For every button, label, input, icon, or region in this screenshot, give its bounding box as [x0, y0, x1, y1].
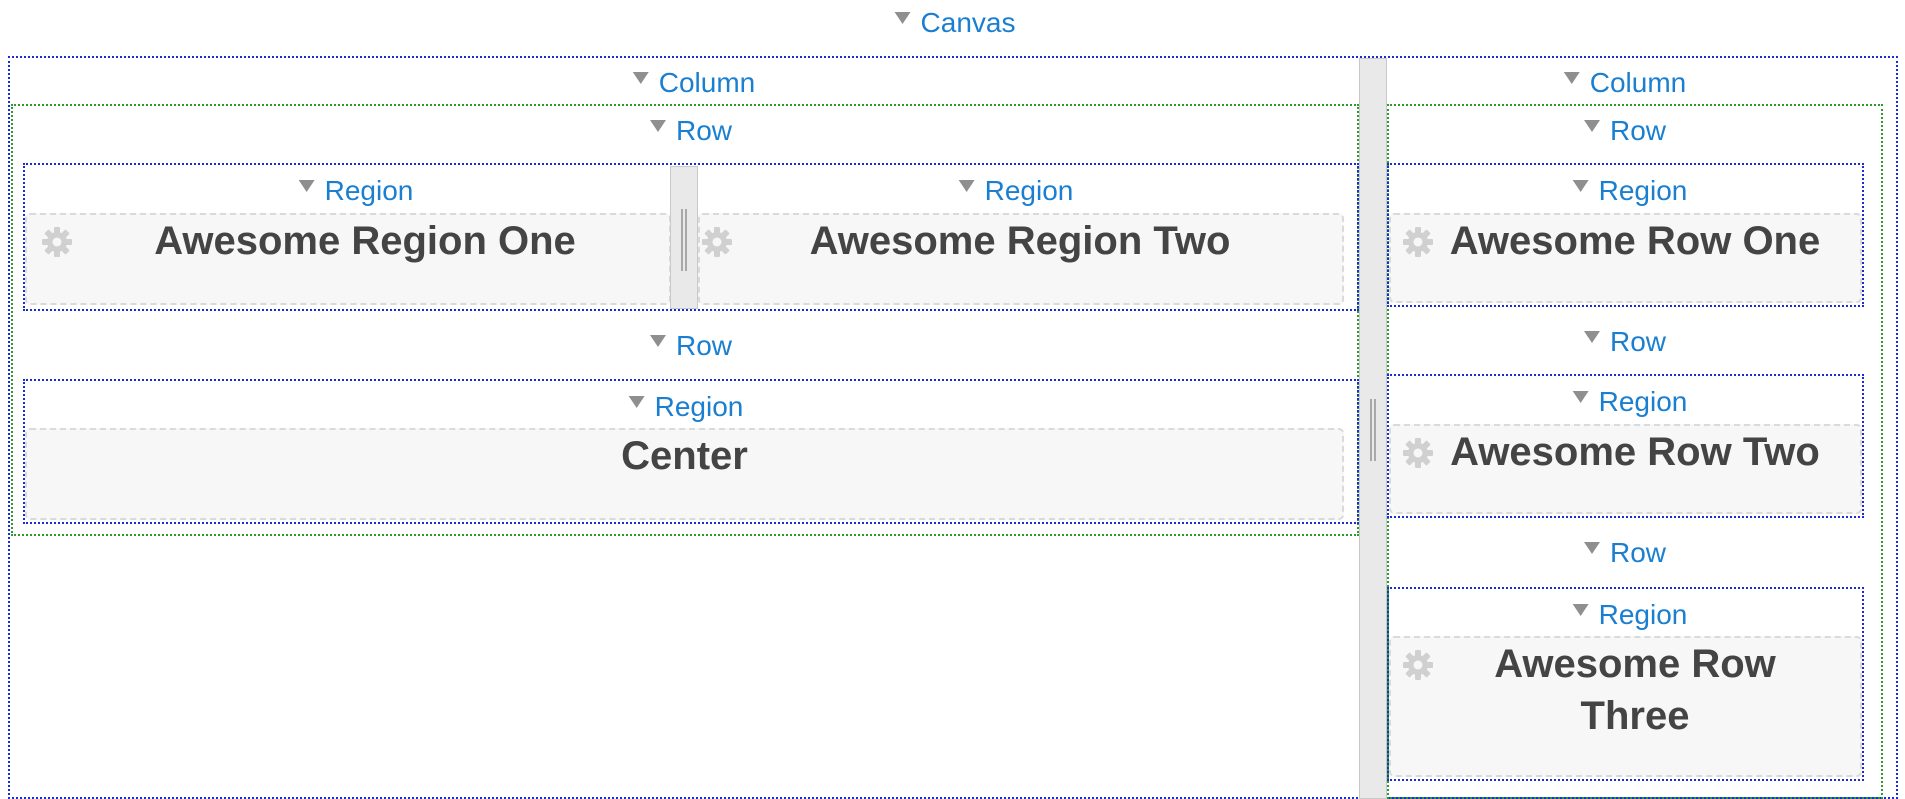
region-splitter-handle[interactable]: [670, 166, 698, 309]
region-toggle[interactable]: Region: [1572, 599, 1688, 630]
collapse-triangle-icon: [1583, 119, 1600, 132]
grip-icon: [681, 209, 688, 271]
collapse-triangle-icon: [1583, 330, 1600, 343]
region-label: Region: [1598, 599, 1688, 630]
row-label: Row: [1609, 537, 1667, 568]
region-title-line: Awesome Row: [1494, 642, 1776, 686]
gear-icon[interactable]: [1401, 648, 1435, 682]
row-label: Row: [675, 115, 733, 146]
region-title: Awesome Region Two: [809, 219, 1231, 263]
region-toggle[interactable]: Region: [628, 391, 744, 422]
region-label: Region: [1598, 386, 1688, 417]
row-toggle[interactable]: Row: [649, 330, 733, 361]
row-toggle[interactable]: Row: [1583, 537, 1667, 568]
row-label: Row: [1609, 115, 1667, 146]
right-column-toggle[interactable]: Column: [1563, 67, 1687, 98]
collapse-triangle-icon: [1572, 603, 1589, 616]
left-column-label: Column: [658, 67, 756, 98]
gear-icon[interactable]: [1401, 225, 1435, 259]
region-toggle[interactable]: Region: [298, 175, 414, 206]
collapse-triangle-icon: [649, 119, 666, 132]
row-toggle[interactable]: Row: [1583, 326, 1667, 357]
row-label: Row: [1609, 326, 1667, 357]
collapse-triangle-icon: [298, 179, 315, 192]
collapse-triangle-icon: [628, 395, 645, 408]
region-label: Region: [1598, 175, 1688, 206]
collapse-triangle-icon: [649, 334, 666, 347]
row-toggle[interactable]: Row: [1583, 115, 1667, 146]
canvas-label: Canvas: [920, 7, 1016, 38]
left-column-toggle[interactable]: Column: [632, 67, 756, 98]
region-title: Center: [621, 434, 748, 478]
row-label: Row: [675, 330, 733, 361]
collapse-triangle-icon: [958, 179, 975, 192]
region-title: Awesome Row Three: [1440, 638, 1830, 742]
region-title: Awesome Region One: [154, 219, 576, 263]
collapse-triangle-icon: [1572, 390, 1589, 403]
right-column-label: Column: [1589, 67, 1687, 98]
collapse-triangle-icon: [1563, 71, 1580, 84]
region-toggle[interactable]: Region: [958, 175, 1074, 206]
canvas-toggle[interactable]: Canvas: [894, 7, 1016, 38]
region-toggle[interactable]: Region: [1572, 175, 1688, 206]
region-title-line: Three: [1580, 694, 1690, 738]
region-label: Region: [984, 175, 1074, 206]
gear-icon[interactable]: [40, 225, 74, 259]
column-splitter-handle[interactable]: [1359, 58, 1387, 799]
region-title: Awesome Row Two: [1450, 430, 1820, 474]
region-title: Awesome Row One: [1449, 219, 1821, 263]
collapse-triangle-icon: [1572, 179, 1589, 192]
gear-icon[interactable]: [1401, 436, 1435, 470]
region-toggle[interactable]: Region: [1572, 386, 1688, 417]
row-toggle[interactable]: Row: [649, 115, 733, 146]
collapse-triangle-icon: [1583, 541, 1600, 554]
region-label: Region: [324, 175, 414, 206]
gear-icon[interactable]: [700, 225, 734, 259]
collapse-triangle-icon: [894, 11, 911, 24]
collapse-triangle-icon: [632, 71, 649, 84]
region-label: Region: [654, 391, 744, 422]
grip-icon: [1370, 399, 1377, 461]
